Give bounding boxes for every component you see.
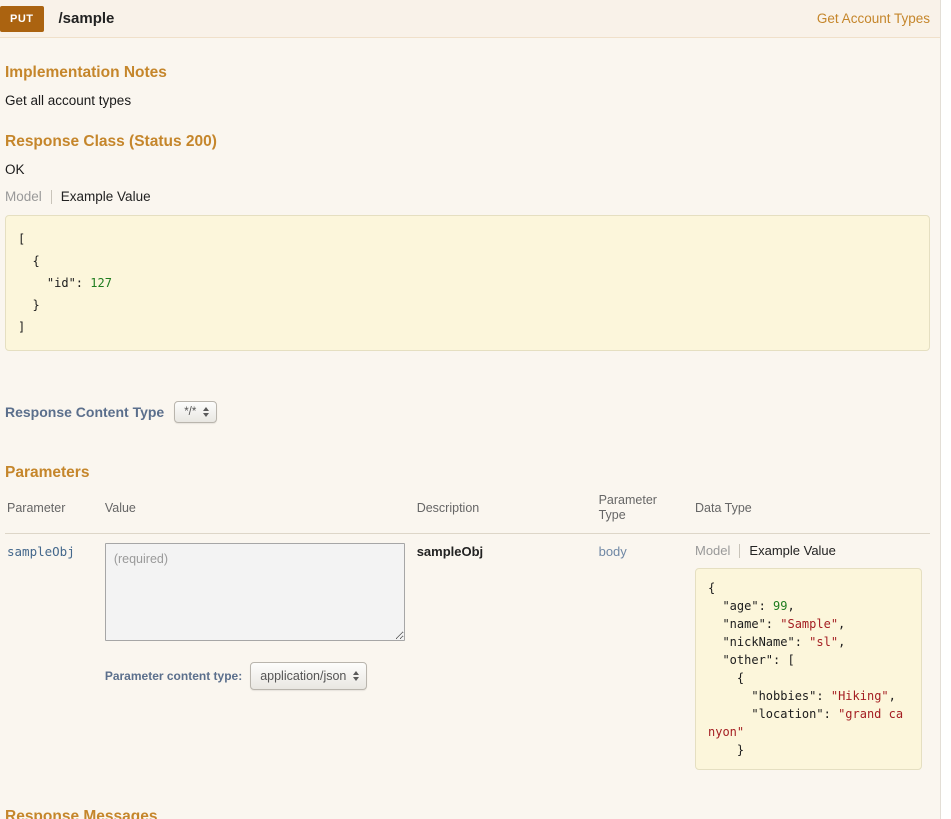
response-content-type-selected-value: */* — [184, 406, 197, 418]
tab-example-value[interactable]: Example Value — [749, 543, 835, 558]
tab-model[interactable]: Model — [5, 189, 42, 204]
response-class-tabs: Model Example Value — [5, 189, 930, 204]
tab-divider — [50, 189, 52, 204]
tab-divider — [739, 543, 741, 558]
response-content-type-label: Response Content Type — [5, 404, 165, 420]
operation-content: Implementation Notes Get all account typ… — [0, 65, 940, 819]
parameter-example-code-block: { "age": 99, "name": "Sample", "nickName… — [695, 568, 922, 770]
parameter-description: sampleObj — [416, 544, 484, 559]
http-method-badge[interactable]: PUT — [0, 5, 44, 32]
data-type-tabs: Model Example Value — [695, 543, 922, 558]
response-messages-title: Response Messages — [5, 808, 158, 819]
column-header-description: Description — [414, 487, 597, 534]
parameter-content-type-selected-value: application/json — [260, 669, 347, 683]
operation-nickname-link[interactable]: Get Account Types — [817, 11, 930, 26]
parameter-content-type-label: Parameter content type: — [104, 669, 243, 683]
parameters-header-row: Parameter Value Description Parameter Ty… — [5, 487, 930, 534]
parameter-content-type-row: Parameter content type: application/json — [105, 662, 407, 690]
swagger-operation-panel: PUT /sample Get Account Types Implementa… — [0, 0, 941, 819]
column-header-parameter: Parameter — [5, 487, 103, 534]
operation-heading[interactable]: PUT /sample Get Account Types — [0, 0, 940, 38]
response-class-status-text: OK — [5, 162, 25, 177]
tab-example-value[interactable]: Example Value — [61, 189, 151, 204]
parameters-title: Parameters — [5, 464, 90, 481]
parameter-content-type-select[interactable]: application/json — [250, 662, 368, 690]
parameter-name: sampleObj — [7, 544, 75, 559]
operation-path-link[interactable]: /sample — [59, 10, 115, 27]
column-header-data-type: Data Type — [693, 487, 930, 534]
parameter-value-textarea[interactable] — [104, 543, 405, 641]
column-header-parameter-type: Parameter Type — [596, 487, 693, 534]
tab-model[interactable]: Model — [695, 543, 730, 558]
implementation-notes-text: Get all account types — [5, 93, 132, 108]
select-stepper-icon — [353, 671, 360, 681]
response-example-code-block: [ { "id": 127 } ] — [5, 215, 930, 351]
response-content-type-row: Response Content Type */* — [5, 401, 930, 423]
implementation-notes-title: Implementation Notes — [5, 64, 167, 81]
parameter-row: sampleObj Parameter content type: applic… — [5, 534, 930, 780]
parameter-type-value: body — [598, 544, 627, 559]
column-header-value: Value — [102, 487, 415, 534]
select-stepper-icon — [203, 407, 210, 417]
parameters-table: Parameter Value Description Parameter Ty… — [5, 487, 930, 779]
response-class-title: Response Class (Status 200) — [5, 133, 217, 150]
response-content-type-select[interactable]: */* — [174, 401, 218, 423]
